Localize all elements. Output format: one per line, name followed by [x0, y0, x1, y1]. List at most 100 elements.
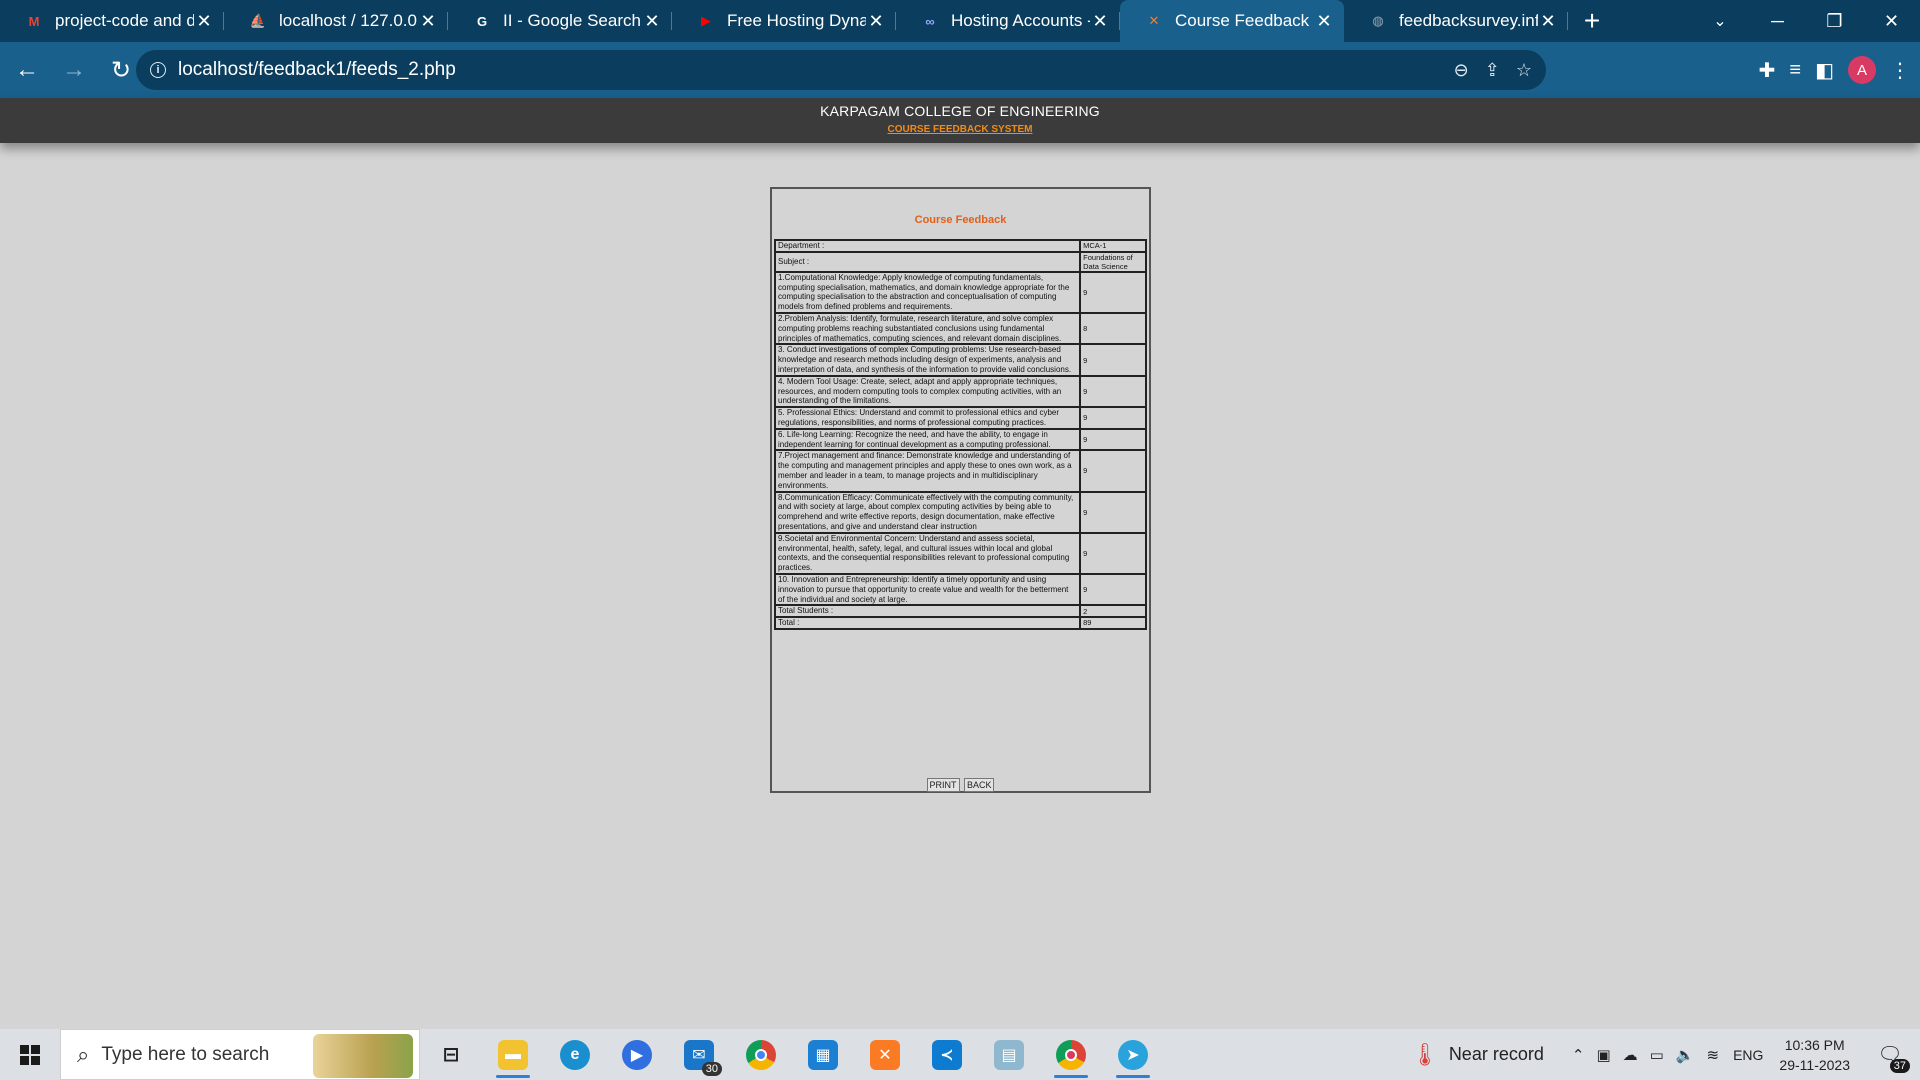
close-tab-icon[interactable]: ✕: [418, 11, 438, 32]
tray-icons: ⌃ ▣ ☁ ▭ 🔈 ≋: [1572, 1046, 1719, 1064]
weather-widget[interactable]: 🌡 Near record: [1411, 1042, 1544, 1068]
feedback-table: Department : MCA-1 Subject : Foundations of…: [774, 239, 1147, 630]
tab-search-icon[interactable]: ⌄: [1700, 0, 1740, 42]
back-arrow-icon[interactable]: ←: [7, 50, 47, 90]
store-icon[interactable]: ▦: [792, 1029, 854, 1080]
chrome-icon[interactable]: [730, 1029, 792, 1080]
windows-taskbar: ⌕ Type here to search ⊟ ▬ e ▶ ✉ 30 ▦ ✕ ≺ …: [0, 1029, 1920, 1080]
feedback-value-cell: 9: [1080, 375, 1146, 408]
extensions-icon[interactable]: ✚: [1759, 58, 1776, 83]
share-icon[interactable]: ⇪: [1485, 60, 1500, 81]
panel-title: Course Feedback: [914, 214, 1007, 226]
feedback-value-cell: 9: [1080, 344, 1146, 376]
feedback-label-cell: 9.Societal and Environmental Concern: Un…: [775, 532, 1081, 574]
volume-icon[interactable]: 🔈: [1676, 1046, 1695, 1064]
restore-icon[interactable]: ❐: [1806, 0, 1863, 42]
feedback-value-cell: 8: [1080, 312, 1146, 345]
vscode-icon[interactable]: ≺: [916, 1029, 978, 1080]
feedback-row: 8.Communication Efficacy: Communicate ef…: [775, 491, 1146, 533]
media-player-icon[interactable]: ▶: [606, 1029, 668, 1080]
bookmark-star-icon[interactable]: ☆: [1516, 60, 1532, 81]
onedrive-icon[interactable]: ☁: [1623, 1046, 1638, 1064]
taskbar-search[interactable]: ⌕ Type here to search: [60, 1029, 420, 1080]
feedback-value-cell: 9: [1080, 428, 1146, 451]
infinity-icon: ∞: [925, 13, 935, 29]
menu-kebab-icon[interactable]: ⋮: [1890, 58, 1910, 83]
tab-title: Course Feedback Sys: [1175, 11, 1314, 30]
telegram-icon[interactable]: ➤: [1102, 1029, 1164, 1080]
notepad-icon[interactable]: ▤: [978, 1029, 1040, 1080]
close-tab-icon[interactable]: ✕: [642, 11, 662, 32]
browser-tab[interactable]: ◍ feedbacksurvey.infini✕: [1344, 0, 1568, 42]
feedback-label-cell: 2.Problem Analysis: Identify, formulate,…: [775, 312, 1081, 345]
browser-tab[interactable]: ∞ Hosting Accounts - In✕: [896, 0, 1120, 42]
globe-icon: ◍: [1372, 13, 1384, 28]
feedback-value-cell: 9: [1080, 450, 1146, 492]
task-view-icon[interactable]: ⊟: [420, 1029, 482, 1080]
browser-tab[interactable]: ▶ Free Hosting Dynami✕: [672, 0, 896, 42]
clock[interactable]: 10:36 PM 29-11-2023: [1779, 1035, 1850, 1075]
feedback-row: Department : MCA-1: [775, 240, 1146, 252]
feedback-row: 4. Modern Tool Usage: Create, select, ad…: [775, 375, 1146, 408]
youtube-icon: ▶: [701, 13, 711, 28]
feedback-label-cell: 6. Life-long Learning: Recognize the nee…: [775, 428, 1081, 451]
chevron-up-icon[interactable]: ⌃: [1572, 1046, 1585, 1064]
feedback-value-cell: 9: [1080, 573, 1146, 606]
xampp-icon: ✕: [1148, 13, 1160, 28]
browser-tab[interactable]: ✕Course Feedback Sys✕: [1120, 0, 1344, 42]
close-tab-icon[interactable]: ✕: [1538, 11, 1558, 32]
minimize-icon[interactable]: ─: [1749, 0, 1806, 42]
back-button[interactable]: BACK: [963, 778, 995, 792]
feedback-label-cell: Department :: [775, 240, 1081, 252]
mail-badge: 30: [701, 1062, 722, 1076]
media-controls-icon[interactable]: ≡: [1789, 59, 1801, 82]
wifi-icon[interactable]: ≋: [1707, 1046, 1720, 1064]
close-tab-icon[interactable]: ✕: [1090, 11, 1110, 32]
side-panel-icon[interactable]: ◧: [1815, 58, 1834, 83]
battery-icon[interactable]: ▭: [1650, 1046, 1664, 1064]
url-text[interactable]: localhost/feedback1/feeds_2.php: [178, 59, 456, 81]
new-tab-icon[interactable]: +: [1572, 0, 1612, 42]
address-bar[interactable]: i localhost/feedback1/feeds_2.php ⊖ ⇪ ☆: [136, 50, 1546, 90]
mail-icon[interactable]: ✉ 30: [668, 1029, 730, 1080]
close-tab-icon[interactable]: ✕: [194, 11, 214, 32]
notification-center-icon[interactable]: 🗨 37: [1870, 1042, 1910, 1073]
feedback-label-cell: 10. Innovation and Entrepreneurship: Ide…: [775, 573, 1081, 606]
feedback-row: 10. Innovation and Entrepreneurship: Ide…: [775, 573, 1146, 606]
feedback-row: 6. Life-long Learning: Recognize the nee…: [775, 428, 1146, 451]
feedback-row: 3. Conduct investigations of complex Com…: [775, 344, 1146, 376]
print-button[interactable]: PRINT: [926, 778, 960, 792]
xampp-icon[interactable]: ✕: [854, 1029, 916, 1080]
search-highlight-image: [313, 1034, 413, 1078]
toolbar-icons: ✚ ≡ ◧ A ⋮: [1759, 50, 1910, 90]
browser-tab[interactable]: Mproject-code and do ✕: [0, 0, 224, 42]
feedback-value-cell: 9: [1080, 271, 1146, 313]
system-tray: 🌡 Near record ⌃ ▣ ☁ ▭ 🔈 ≋ ENG 10:36 PM 2…: [1411, 1029, 1920, 1080]
language-indicator[interactable]: ENG: [1733, 1047, 1763, 1063]
feedback-row: 7.Project management and finance: Demons…: [775, 450, 1146, 492]
omnibox-actions: ⊖ ⇪ ☆: [1454, 50, 1532, 90]
browser-tab[interactable]: G II - Google Search ✕: [448, 0, 672, 42]
windows-logo-icon: [20, 1044, 40, 1065]
feedback-value-cell: 2: [1080, 605, 1146, 618]
feedback-label-cell: Subject :: [775, 251, 1081, 272]
start-button[interactable]: [0, 1029, 60, 1080]
chrome-profile-icon[interactable]: [1040, 1029, 1102, 1080]
notification-badge: 37: [1889, 1059, 1910, 1073]
reload-icon[interactable]: ↻: [101, 50, 141, 90]
edge-icon[interactable]: e: [544, 1029, 606, 1080]
close-window-icon[interactable]: ✕: [1863, 0, 1920, 42]
tab-title: feedbacksurvey.infini: [1399, 11, 1538, 30]
meet-now-icon[interactable]: ▣: [1596, 1046, 1610, 1064]
close-tab-icon[interactable]: ✕: [1314, 11, 1334, 32]
feedback-value-cell: 9: [1080, 407, 1146, 429]
profile-avatar[interactable]: A: [1848, 56, 1876, 84]
file-explorer-icon[interactable]: ▬: [482, 1029, 544, 1080]
close-tab-icon[interactable]: ✕: [866, 11, 886, 32]
course-feedback-system-link[interactable]: COURSE FEEDBACK SYSTEM: [887, 124, 1032, 135]
window-controls: ─ ❐ ✕: [1749, 0, 1920, 42]
browser-tab[interactable]: ⛵ localhost / 127.0.0.1 /✕: [224, 0, 448, 42]
forward-arrow-icon[interactable]: →: [54, 50, 94, 90]
zoom-icon[interactable]: ⊖: [1454, 60, 1469, 81]
site-info-icon[interactable]: i: [150, 62, 166, 78]
